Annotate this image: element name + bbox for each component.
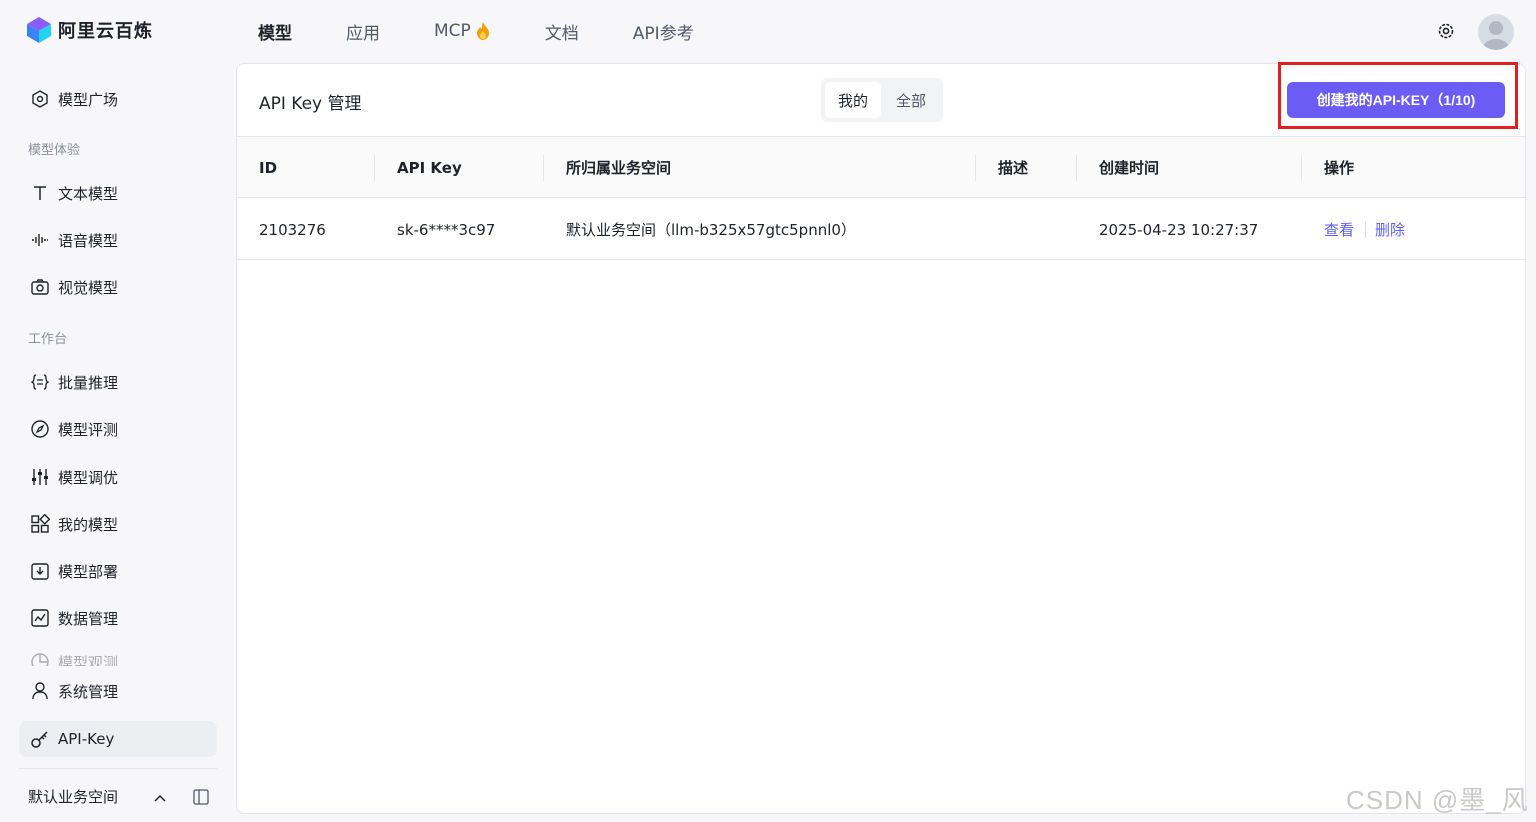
sidebar-item-audio-model[interactable]: 语音模型	[30, 228, 118, 252]
workspace-selector[interactable]: 默认业务空间	[28, 786, 118, 807]
fire-icon	[476, 22, 489, 40]
column-created-time: 创建时间	[1099, 159, 1160, 177]
cell-id: 2103276	[259, 220, 326, 239]
main-nav: 模型 应用 MCP 文档 API参考	[258, 0, 748, 62]
pie-chart-icon	[31, 653, 49, 666]
action-separator	[1365, 222, 1366, 238]
sidebar-item-vision-model[interactable]: 视觉模型	[30, 275, 118, 299]
nav-docs[interactable]: 文档	[545, 19, 579, 44]
sidebar-item-label: 模型观测	[58, 654, 119, 666]
user-avatar[interactable]	[1478, 14, 1514, 50]
column-actions: 操作	[1324, 159, 1355, 177]
sidebar-item-label: 视觉模型	[58, 278, 119, 297]
view-link[interactable]: 查看	[1324, 199, 1354, 260]
user-icon	[32, 682, 48, 700]
sidebar-group-workbench: 工作台	[28, 332, 68, 347]
sidebar-divider	[19, 768, 217, 769]
key-icon	[31, 731, 48, 748]
scope-segmented-control: 我的 全部	[821, 78, 943, 122]
compass-icon	[31, 420, 49, 438]
sliders-icon	[32, 469, 48, 485]
nav-models[interactable]: 模型	[258, 19, 292, 44]
avatar-person-icon	[1483, 21, 1509, 50]
sidebar-item-model-observe[interactable]: 模型观测	[30, 652, 118, 666]
sidebar-item-label: 模型部署	[58, 562, 119, 581]
column-separator	[1076, 155, 1077, 181]
table-header: ID API Key 所归属业务空间 描述 创建时间 操作	[237, 137, 1525, 198]
audio-wave-icon	[32, 234, 48, 246]
sidebar-item-label: 系统管理	[58, 682, 119, 701]
sidebar-item-apikey[interactable]: API-Key	[30, 727, 114, 751]
cell-created-time: 2025-04-23 10:27:37	[1099, 220, 1259, 239]
nav-apps[interactable]: 应用	[346, 19, 380, 44]
sidebar-item-label: API-Key	[58, 730, 115, 748]
delete-link[interactable]: 删除	[1375, 199, 1405, 260]
cell-api-key: sk-6****3c97	[397, 220, 496, 239]
chevron-up-icon[interactable]	[152, 790, 168, 806]
sidebar-item-label: 模型广场	[58, 90, 119, 109]
brand-name: 阿里云百炼	[58, 21, 153, 42]
watermark: CSDN @墨_风	[1346, 785, 1529, 815]
sidebar-item-system[interactable]: 系统管理	[30, 679, 118, 703]
sidebar-item-my-models[interactable]: 我的模型	[30, 512, 118, 536]
table-row: 2103276 sk-6****3c97 默认业务空间（llm-b325x57g…	[237, 199, 1525, 260]
column-id: ID	[259, 158, 278, 177]
page-title: API Key 管理	[259, 94, 362, 114]
column-separator	[374, 155, 375, 181]
grid-apps-icon	[31, 514, 50, 533]
sidebar-item-label: 模型评测	[58, 420, 119, 439]
highlight-annotation-box	[1278, 62, 1518, 129]
collapse-sidebar-icon[interactable]	[192, 788, 210, 806]
chart-box-icon	[31, 609, 49, 627]
batch-braces-icon	[30, 374, 50, 390]
logo-icon	[27, 17, 51, 43]
segment-all[interactable]: 全部	[883, 82, 939, 118]
column-separator	[1301, 155, 1302, 181]
camera-icon	[31, 279, 49, 295]
sidebar-group-experience: 模型体验	[28, 143, 81, 158]
sidebar-item-model-eval[interactable]: 模型评测	[30, 417, 118, 441]
text-t-icon	[34, 186, 46, 200]
segment-mine[interactable]: 我的	[825, 82, 881, 118]
sidebar-item-batch-inference[interactable]: 批量推理	[30, 370, 118, 394]
sidebar-item-model-square[interactable]: 模型广场	[30, 87, 118, 111]
column-separator	[975, 155, 976, 181]
column-api-key: API Key	[397, 158, 462, 177]
nav-mcp-label: MCP	[434, 21, 471, 41]
sidebar-item-label: 我的模型	[58, 515, 119, 534]
model-square-icon	[32, 90, 48, 108]
column-workspace: 所归属业务空间	[566, 159, 672, 177]
cell-workspace: 默认业务空间（llm-b325x57gtc5pnnl0）	[566, 221, 856, 239]
settings-gear-icon[interactable]	[1436, 21, 1456, 41]
column-separator	[543, 155, 544, 181]
brand-logo[interactable]: 阿里云百炼	[26, 16, 153, 44]
download-box-icon	[31, 563, 49, 580]
sidebar-item-label: 批量推理	[58, 373, 119, 392]
nav-api-ref[interactable]: API参考	[633, 19, 694, 44]
nav-mcp[interactable]: MCP	[434, 21, 491, 41]
sidebar-item-text-model[interactable]: 文本模型	[30, 181, 118, 205]
sidebar-item-data-mgmt[interactable]: 数据管理	[30, 606, 118, 630]
sidebar-item-label: 文本模型	[58, 184, 119, 203]
api-key-panel: API Key 管理 我的 全部 创建我的API-KEY（1/10) ID AP…	[236, 62, 1526, 814]
sidebar-item-model-deploy[interactable]: 模型部署	[30, 559, 118, 583]
sidebar-item-label: 语音模型	[58, 231, 119, 250]
sidebar-item-model-tuning[interactable]: 模型调优	[30, 465, 118, 489]
sidebar-item-label: 数据管理	[58, 609, 119, 628]
column-description: 描述	[998, 159, 1029, 177]
top-bar: 阿里云百炼 模型 应用 MCP 文档 API参考	[0, 0, 1536, 62]
sidebar: 模型广场 模型体验 文本模型 语音模型 视觉模型 工作台 批量推理 模型评测 模…	[0, 62, 236, 822]
sidebar-item-label: 模型调优	[58, 468, 119, 487]
